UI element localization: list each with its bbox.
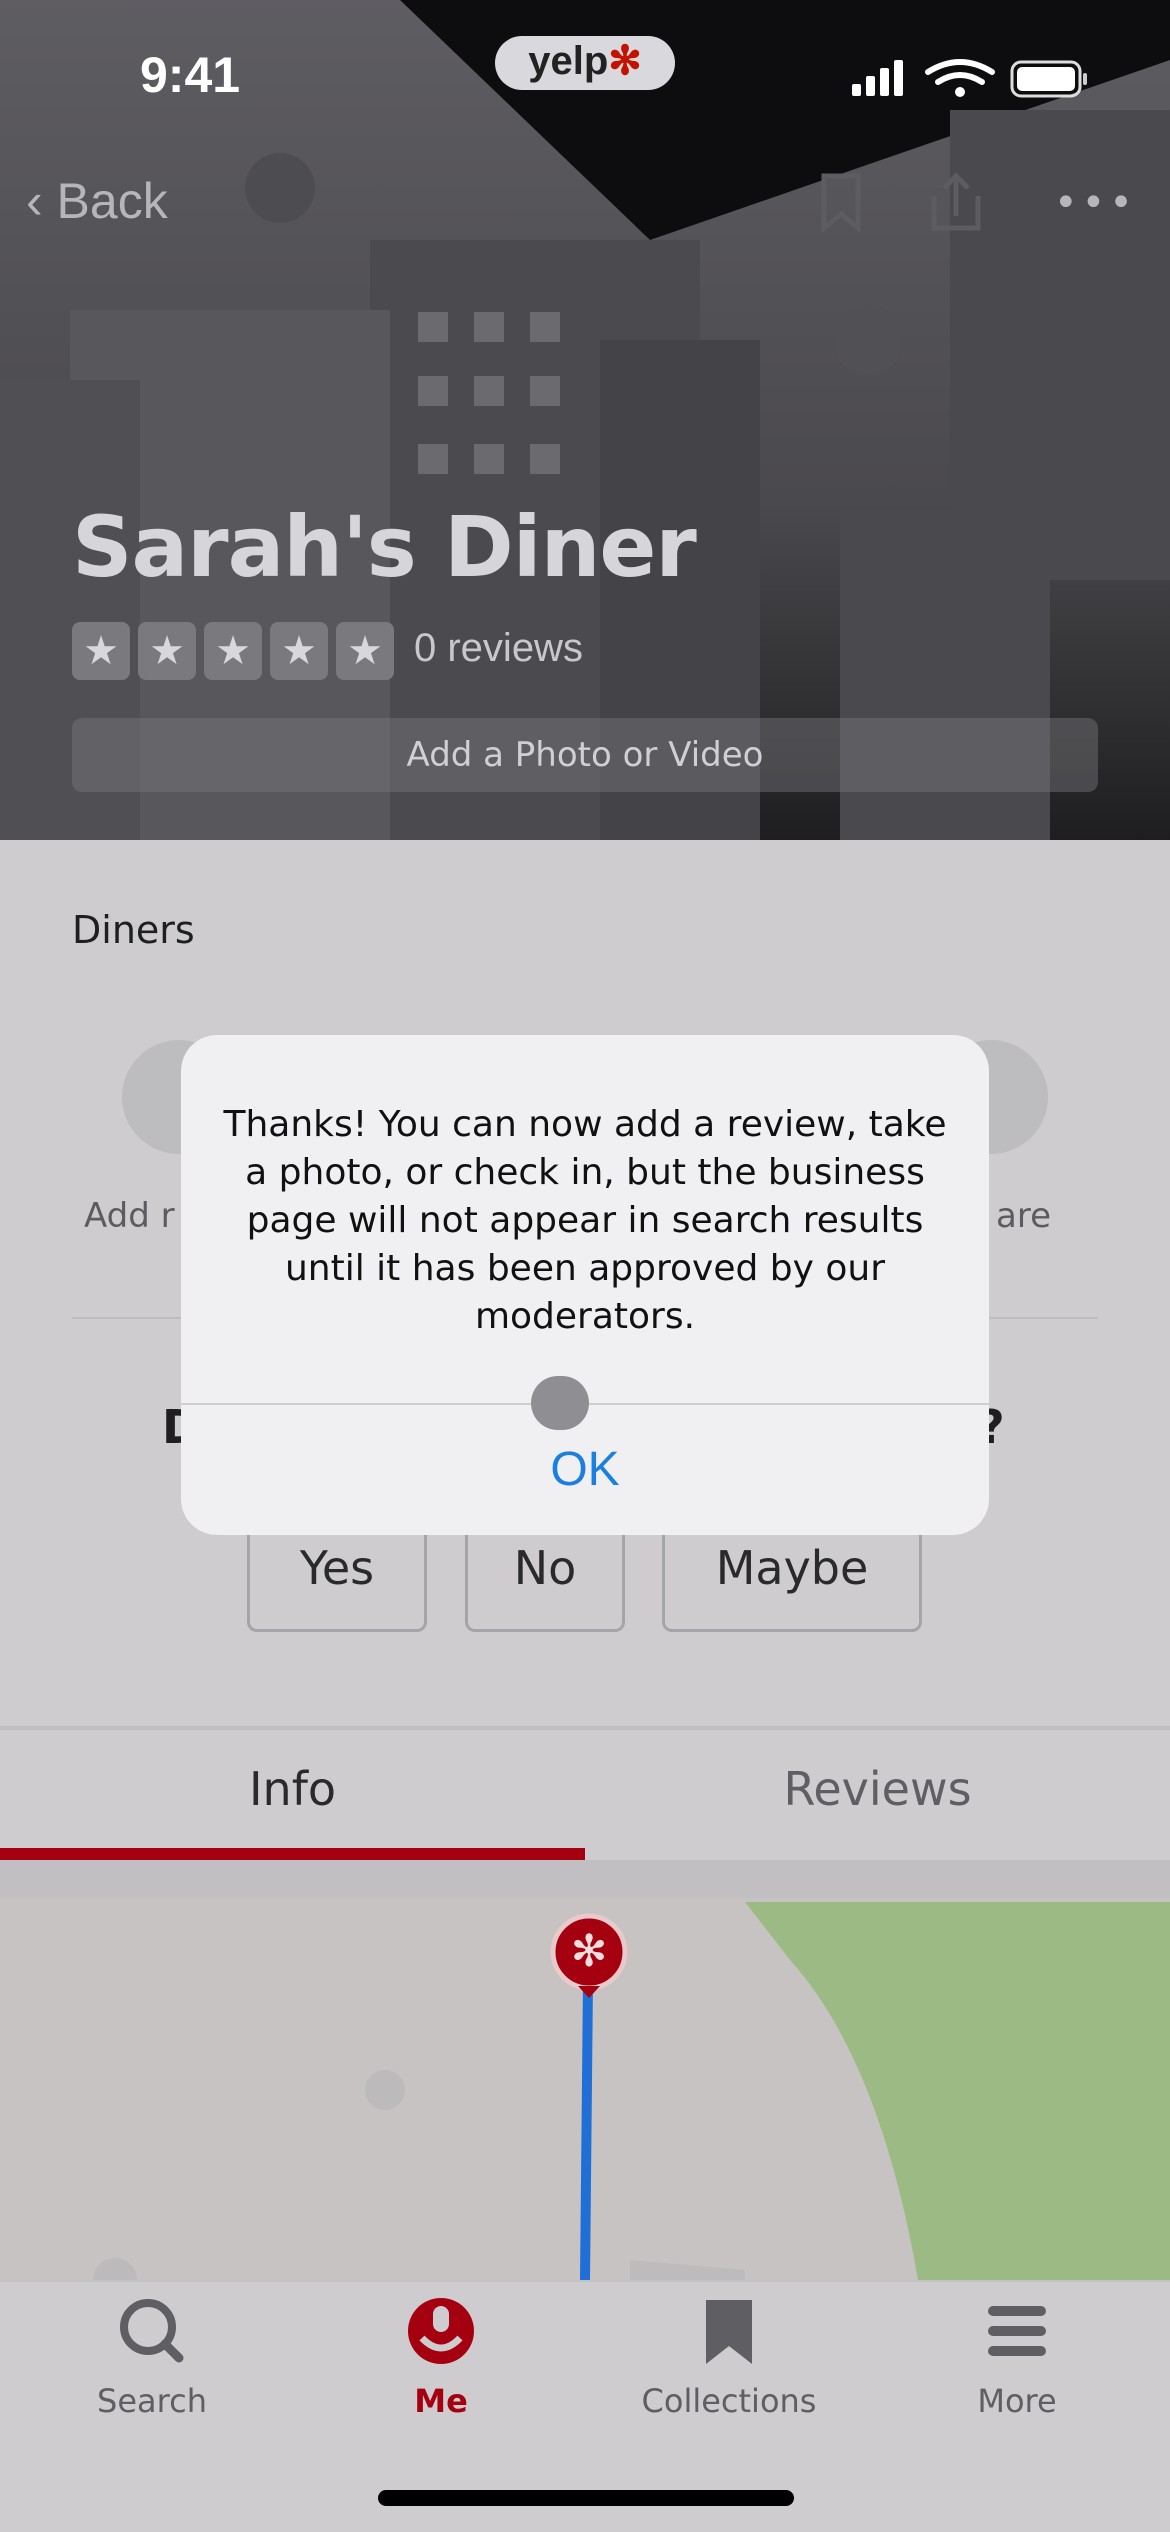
star-icon[interactable]: ★ <box>72 622 130 680</box>
yelp-logo-text: yelp <box>528 39 609 83</box>
active-tab-indicator <box>0 1848 585 1860</box>
star-icon[interactable]: ★ <box>336 622 394 680</box>
star-icon[interactable]: ★ <box>270 622 328 680</box>
tabbar-search-label: Search <box>97 2382 207 2420</box>
tabbar-more[interactable]: More <box>871 2296 1163 2420</box>
back-button[interactable]: ‹ Back <box>26 172 168 230</box>
category-label: Diners <box>72 908 195 952</box>
search-icon <box>120 2299 184 2363</box>
share-icon[interactable] <box>926 172 986 236</box>
menu-icon <box>988 2306 1046 2356</box>
tabbar-me[interactable]: Me <box>295 2296 587 2420</box>
business-pin-icon: ✻ <box>550 1913 628 1998</box>
tabbar-collections-label: Collections <box>641 2382 817 2420</box>
yelp-logo: yelp✻ <box>495 36 675 90</box>
ok-button[interactable]: OK <box>181 1405 989 1535</box>
business-hero: 9:41 yelp✻ ‹ Back ••• Sarah's Diner ★ ★ … <box>0 0 1170 840</box>
business-name: Sarah's Diner <box>72 498 697 596</box>
tabbar-search[interactable]: Search <box>6 2296 298 2420</box>
tab-reviews[interactable]: Reviews <box>585 1762 1170 1816</box>
section-divider <box>0 1726 1170 1730</box>
chevron-left-icon: ‹ <box>26 173 57 229</box>
tabbar-more-label: More <box>977 2382 1057 2420</box>
share-label: are <box>996 1196 1051 1236</box>
me-icon <box>408 2298 474 2364</box>
status-time: 9:41 <box>140 47 241 103</box>
alert-dialog: Thanks! You can now add a review, take a… <box>181 1035 989 1535</box>
back-label: Back <box>56 173 168 229</box>
yelp-burst-icon: ✻ <box>608 39 642 83</box>
review-count[interactable]: 0 reviews <box>414 626 583 671</box>
tab-info[interactable]: Info <box>0 1762 585 1816</box>
map-canvas: ✻ <box>0 1860 1170 2280</box>
route-line <box>580 1979 593 2280</box>
battery-icon <box>1010 60 1087 98</box>
bookmark-icon[interactable] <box>818 172 938 236</box>
star-icon[interactable]: ★ <box>138 622 196 680</box>
status-icons <box>852 59 1087 98</box>
star-icon[interactable]: ★ <box>204 622 262 680</box>
map[interactable]: ✻ <box>0 1860 1170 2280</box>
add-review-label: Add r <box>84 1196 175 1236</box>
collections-bookmark-icon <box>706 2300 752 2364</box>
touch-indicator <box>531 1376 589 1430</box>
svg-text:✻: ✻ <box>571 1926 608 1977</box>
alert-message: Thanks! You can now add a review, take a… <box>223 1104 947 1337</box>
home-indicator[interactable] <box>378 2490 794 2506</box>
wifi-icon <box>925 59 995 85</box>
tabbar-me-label: Me <box>414 2382 468 2420</box>
signal-icon <box>852 60 903 96</box>
city-illustration <box>0 0 1170 840</box>
tabbar-collections[interactable]: Collections <box>583 2296 875 2420</box>
add-photo-button[interactable]: Add a Photo or Video <box>72 718 1098 792</box>
more-options-icon[interactable]: ••• <box>1054 180 1137 226</box>
